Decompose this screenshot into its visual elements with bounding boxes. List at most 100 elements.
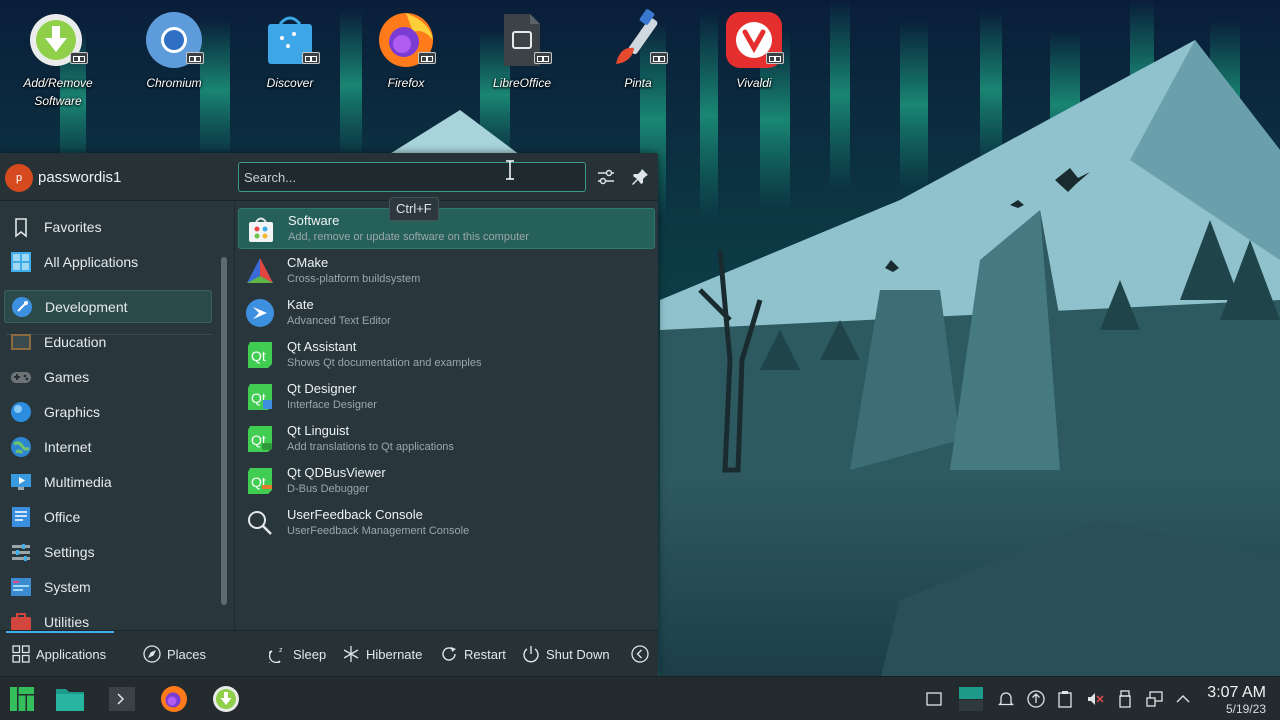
- taskbar-terminal[interactable]: [106, 683, 138, 715]
- taskbar-add-remove-software[interactable]: [210, 683, 242, 715]
- category-settings[interactable]: Settings: [4, 535, 212, 568]
- desktop-icon-label: Discover: [266, 76, 314, 90]
- desktop-icon-chromium[interactable]: Chromium: [122, 8, 226, 92]
- shutdown-button[interactable]: Shut Down: [522, 643, 610, 665]
- app-item-qt-qdbusviewer[interactable]: Qt Qt QDBusViewer D-Bus Debugger: [238, 460, 655, 501]
- category-system[interactable]: System: [4, 570, 212, 603]
- app-name: Qt QDBusViewer: [287, 464, 386, 480]
- svg-text:z: z: [279, 647, 283, 654]
- utilities-icon: [11, 612, 31, 630]
- category-multimedia[interactable]: Multimedia: [4, 465, 212, 498]
- column-divider: [234, 203, 235, 630]
- hibernate-button[interactable]: Hibernate: [342, 643, 422, 665]
- clock-date[interactable]: 5/19/23: [1226, 702, 1266, 716]
- category-games[interactable]: Games: [4, 360, 212, 393]
- search-input[interactable]: [238, 162, 586, 192]
- firefox-icon: [376, 8, 436, 68]
- tray-removable-device[interactable]: [1115, 689, 1135, 709]
- update-icon: [1027, 690, 1045, 708]
- tray-pager[interactable]: [958, 686, 984, 712]
- grid-icon: [11, 251, 31, 272]
- tab-applications[interactable]: Applications: [12, 643, 106, 665]
- desktop-icon-add-remove-software[interactable]: Add/Remove Software: [6, 8, 110, 110]
- clipboard-icon: [1058, 691, 1072, 708]
- desktop-icon-label: Firefox: [387, 76, 425, 90]
- app-name: Qt Linguist: [287, 422, 350, 438]
- category-favorites[interactable]: Favorites: [4, 210, 212, 243]
- desktop-icon-firefox[interactable]: Firefox: [354, 8, 458, 92]
- settings-icon: [12, 543, 30, 561]
- tab-places[interactable]: Places: [143, 643, 206, 665]
- app-item-kate[interactable]: Kate Advanced Text Editor: [238, 292, 655, 333]
- globe-icon: [11, 436, 31, 457]
- app-item-qt-designer[interactable]: Qt Qt Designer Interface Designer: [238, 376, 655, 417]
- desktop-icon-label: Vivaldi: [736, 76, 772, 90]
- leave-menu-button[interactable]: [631, 643, 655, 665]
- tray-network[interactable]: [1145, 689, 1165, 709]
- application-menu-button[interactable]: [6, 683, 38, 715]
- category-scrollbar[interactable]: [221, 257, 227, 605]
- category-graphics[interactable]: Graphics: [4, 395, 212, 428]
- kate-icon: [246, 298, 274, 327]
- app-description: Add, remove or update software on this c…: [288, 230, 529, 243]
- grid-icon: [12, 645, 30, 663]
- volume-muted-icon: [1088, 693, 1104, 705]
- tray-show-desktop[interactable]: [924, 689, 944, 709]
- app-item-qt-assistant[interactable]: Qt Qt Assistant Shows Qt documentation a…: [238, 334, 655, 375]
- software-icon: [249, 217, 273, 242]
- username: passwordis1: [38, 169, 122, 186]
- pinta-icon: [608, 8, 668, 68]
- desktop-icon-vivaldi[interactable]: Vivaldi: [702, 8, 806, 92]
- taskbar-file-manager[interactable]: [54, 683, 86, 715]
- category-education[interactable]: Education: [4, 325, 212, 358]
- education-icon: [11, 333, 31, 350]
- text-cursor-icon: [506, 160, 514, 180]
- configure-button[interactable]: [594, 165, 618, 189]
- sleep-button[interactable]: z Sleep: [269, 643, 326, 665]
- category-office[interactable]: Office: [4, 500, 212, 533]
- desktop-icon-label: LibreOffice: [492, 76, 552, 90]
- svg-text:Qt: Qt: [251, 348, 266, 364]
- search-magnifier-icon: [248, 510, 272, 535]
- active-tab-indicator: [6, 631, 114, 633]
- tray-clipboard[interactable]: [1055, 689, 1075, 709]
- category-development[interactable]: Development: [4, 290, 212, 323]
- compass-icon: [143, 645, 161, 663]
- taskbar-firefox[interactable]: [158, 683, 190, 715]
- app-description: Add translations to Qt applications: [287, 440, 454, 453]
- tray-volume[interactable]: [1085, 689, 1105, 709]
- pin-icon: [632, 169, 648, 185]
- desktop-icon-pinta[interactable]: Pinta: [586, 8, 690, 92]
- desktop-icon-discover[interactable]: Discover: [238, 8, 342, 92]
- bell-icon: [997, 692, 1015, 706]
- app-description: UserFeedback Management Console: [287, 524, 470, 537]
- pin-button[interactable]: [628, 165, 652, 189]
- app-item-software[interactable]: Software Add, remove or update software …: [238, 208, 655, 249]
- avatar[interactable]: p: [5, 164, 33, 192]
- tray-notifications[interactable]: [996, 689, 1016, 709]
- category-utilities[interactable]: Utilities: [4, 605, 212, 630]
- app-item-cmake[interactable]: CMake Cross-platform buildsystem: [238, 250, 655, 291]
- multimedia-icon: [11, 473, 31, 490]
- app-item-userfeedback-console[interactable]: UserFeedback Console UserFeedback Manage…: [238, 502, 655, 543]
- category-all-applications[interactable]: All Applications: [4, 245, 212, 278]
- category-internet[interactable]: Internet: [4, 430, 212, 463]
- app-description: Advanced Text Editor: [287, 314, 391, 327]
- desktop-icon-libreoffice[interactable]: LibreOffice: [470, 8, 574, 92]
- libreoffice-icon: [492, 8, 552, 68]
- clock-time[interactable]: 3:07 AM: [1207, 684, 1266, 702]
- restart-button[interactable]: Restart: [440, 643, 506, 665]
- app-item-qt-linguist[interactable]: Qt Qt Linguist Add translations to Qt ap…: [238, 418, 655, 459]
- manjaro-logo-icon: [10, 687, 34, 711]
- office-icon: [12, 506, 30, 527]
- app-description: Interface Designer: [287, 398, 377, 411]
- qt-linguist-icon: Qt: [248, 425, 272, 452]
- desktop-icon-label: Add/Remove Software: [23, 76, 93, 108]
- app-name: UserFeedback Console: [287, 506, 423, 522]
- taskbar: 3:07 AM 5/19/23: [0, 676, 1280, 720]
- tray-updates[interactable]: [1026, 689, 1046, 709]
- qt-assistant-icon: Qt: [248, 341, 272, 368]
- app-name: Qt Assistant: [287, 338, 357, 354]
- app-name: Qt Designer: [287, 380, 357, 396]
- tray-expand[interactable]: [1173, 689, 1193, 709]
